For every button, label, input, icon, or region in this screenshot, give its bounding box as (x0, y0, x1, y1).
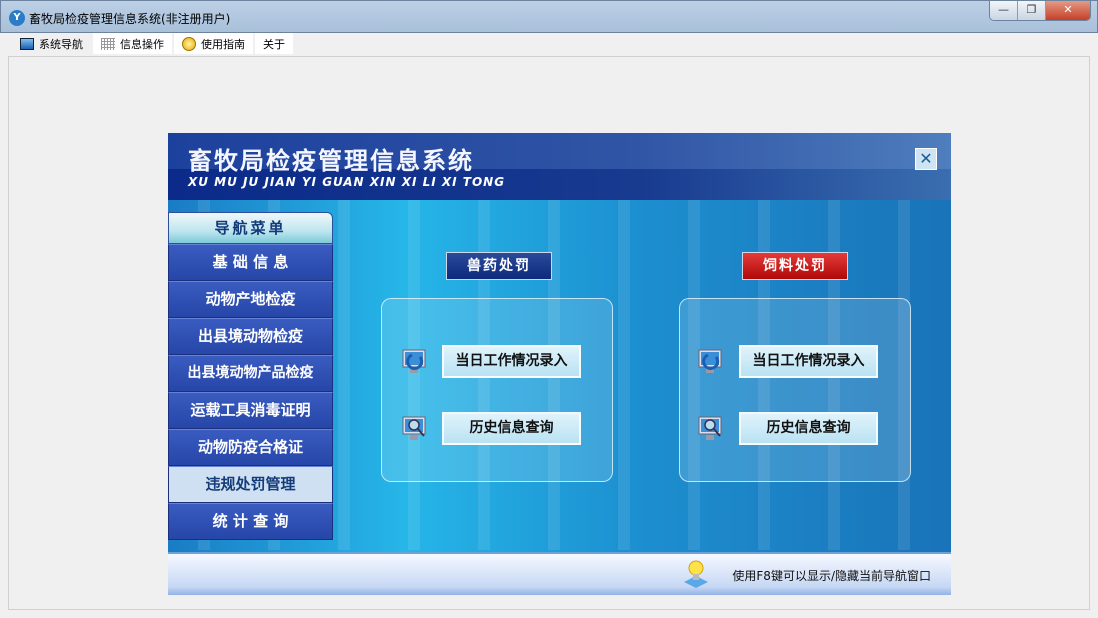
menu-label: 关于 (263, 37, 285, 51)
close-button[interactable]: ✕ (1046, 1, 1090, 20)
restore-button[interactable]: ❐ (1018, 1, 1046, 20)
vet-drug-penalty-title: 兽药处罚 (446, 252, 552, 280)
app-icon: Y (9, 10, 25, 26)
minimize-button[interactable]: — (990, 1, 1018, 20)
panel-subtitle: XU MU JU JIAN YI GUAN XIN XI LI XI TONG (188, 175, 506, 189)
vet-drug-penalty-box (381, 298, 613, 482)
nav-item-animal-export[interactable]: 出县境动物检疫 (168, 318, 333, 355)
menu-info-ops[interactable]: 信息操作 (93, 33, 172, 54)
title-bar: Y 畜牧局检疫管理信息系统(非注册用户) — ❐ ✕ (0, 0, 1098, 33)
menu-bar: 系统导航 信息操作 使用指南 关于 (8, 33, 1090, 55)
nav-item-statistics[interactable]: 统 计 查 询 (168, 503, 333, 540)
vet-drug-daily-entry-button[interactable]: 当日工作情况录入 (442, 345, 581, 378)
nav-item-vehicle-disinfection[interactable]: 运载工具消毒证明 (168, 392, 333, 429)
nav-item-basic-info[interactable]: 基 础 信 息 (168, 244, 333, 281)
feed-history-query-button[interactable]: 历史信息查询 (739, 412, 878, 445)
feed-daily-entry-button[interactable]: 当日工作情况录入 (739, 345, 878, 378)
menu-label: 信息操作 (120, 37, 164, 51)
help-icon (182, 36, 196, 51)
menu-label: 系统导航 (39, 37, 83, 51)
window-title: 畜牧局检疫管理信息系统(非注册用户) (29, 12, 231, 26)
feed-penalty-box (679, 298, 911, 482)
window-icon (20, 37, 34, 50)
panel-close-button[interactable]: ✕ (915, 148, 937, 170)
menu-system-nav[interactable]: 系统导航 (12, 33, 91, 54)
panel-header: 畜牧局检疫管理信息系统 XU MU JU JIAN YI GUAN XIN XI… (168, 133, 951, 200)
menu-about[interactable]: 关于 (255, 33, 293, 54)
f8-hint-text: 使用F8键可以显示/隐藏当前导航窗口 (732, 569, 931, 583)
panel-footer: 使用F8键可以显示/隐藏当前导航窗口 (168, 552, 951, 595)
monitor-search-icon (402, 416, 426, 440)
grid-icon (101, 37, 115, 50)
nav-menu: 导航菜单 基 础 信 息 动物产地检疫 出县境动物检疫 出县境动物产品检疫 运载… (168, 212, 333, 540)
feed-penalty-title: 饲料处罚 (742, 252, 848, 280)
menu-guide[interactable]: 使用指南 (174, 33, 253, 54)
monitor-entry-icon (402, 349, 426, 373)
monitor-entry-icon (698, 349, 722, 373)
nav-item-product-export[interactable]: 出县境动物产品检疫 (168, 355, 333, 392)
monitor-search-icon (698, 416, 722, 440)
vet-drug-history-query-button[interactable]: 历史信息查询 (442, 412, 581, 445)
nav-item-origin-quarantine[interactable]: 动物产地检疫 (168, 281, 333, 318)
nav-item-violation-penalty[interactable]: 违规处罚管理 (168, 466, 333, 503)
nav-menu-header: 导航菜单 (168, 212, 333, 244)
navigation-panel: 畜牧局检疫管理信息系统 XU MU JU JIAN YI GUAN XIN XI… (168, 133, 951, 595)
panel-title: 畜牧局检疫管理信息系统 (188, 147, 474, 175)
menu-label: 使用指南 (201, 37, 245, 51)
lightbulb-icon (684, 560, 708, 588)
nav-item-epidemic-certificate[interactable]: 动物防疫合格证 (168, 429, 333, 466)
